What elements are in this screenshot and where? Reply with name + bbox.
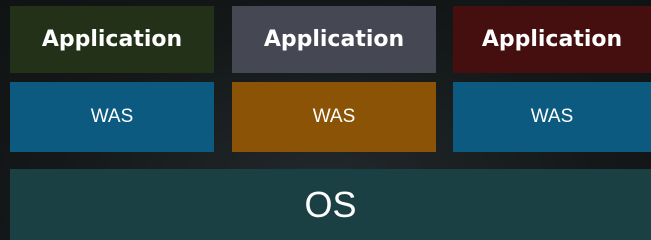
application-box-2: Application [232,6,436,73]
was-box-3: WAS [453,82,651,152]
application-label-2: Application [263,27,405,52]
os-box: OS [10,169,651,240]
application-box-3: Application [453,6,651,73]
application-label-3: Application [481,27,623,52]
was-box-1: WAS [10,82,214,152]
was-box-2: WAS [232,82,436,152]
was-label-2: WAS [312,106,356,127]
was-label-1: WAS [90,106,134,127]
was-label-3: WAS [530,106,574,127]
application-box-1: Application [10,6,214,73]
os-label: OS [304,183,357,225]
application-label-1: Application [41,27,183,52]
